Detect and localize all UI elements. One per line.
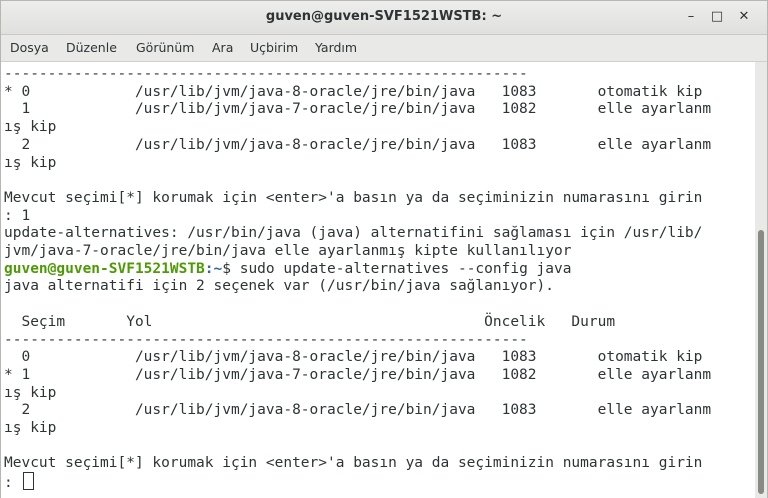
menu-ucbirim[interactable]: Uçbirim: [250, 40, 298, 55]
input-line: :: [4, 472, 35, 492]
input-prefix: :: [4, 475, 22, 492]
terminal-line: Mevcut seçimi[*] korumak için <enter>'a …: [4, 189, 703, 206]
terminal-line: 2 /usr/lib/jvm/java-8-oracle/jre/bin/jav…: [4, 402, 712, 419]
terminal-line: ış kip: [4, 384, 57, 401]
terminal-line: Seçim Yol Öncelik Durum: [4, 313, 616, 330]
menu-duzenle[interactable]: Düzenle: [66, 40, 117, 55]
terminal-line: * 0 /usr/lib/jvm/java-8-oracle/jre/bin/j…: [4, 83, 703, 100]
close-button[interactable]: ✕: [734, 7, 754, 27]
terminal-line: Mevcut seçimi[*] korumak için <enter>'a …: [4, 455, 703, 472]
terminal-window: guven@guven-SVF1521WSTB: ~ – □ ✕ Dosya D…: [0, 0, 768, 498]
terminal-line: 0 /usr/lib/jvm/java-8-oracle/jre/bin/jav…: [4, 349, 703, 366]
terminal-line: java alternatifi için 2 seçenek var (/us…: [4, 278, 554, 295]
title-bar[interactable]: guven@guven-SVF1521WSTB: ~ – □ ✕: [1, 1, 767, 35]
terminal-line: ----------------------------------------…: [4, 331, 528, 348]
terminal-line: ış kip: [4, 420, 57, 436]
terminal-line: : 1: [4, 207, 31, 224]
prompt-user-host: guven@guven-SVF1521WSTB: [4, 260, 205, 277]
terminal-line: 2 /usr/lib/jvm/java-8-oracle/jre/bin/jav…: [4, 136, 712, 153]
terminal-line: 1 /usr/lib/jvm/java-7-oracle/jre/bin/jav…: [4, 101, 712, 118]
window-title: guven@guven-SVF1521WSTB: ~: [265, 9, 503, 24]
terminal-line: * 1 /usr/lib/jvm/java-7-oracle/jre/bin/j…: [4, 366, 712, 383]
menu-ara[interactable]: Ara: [212, 40, 233, 55]
menu-dosya[interactable]: Dosya: [10, 40, 49, 55]
prompt-command: $ sudo update-alternatives --config java: [222, 260, 572, 277]
menu-bar: Dosya Düzenle Görünüm Ara Uçbirim Yardım: [1, 35, 767, 62]
menu-gorunum[interactable]: Görünüm: [136, 40, 194, 55]
text-cursor[interactable]: [23, 472, 35, 491]
menu-yardim[interactable]: Yardım: [315, 40, 357, 55]
terminal-line: jvm/java-7-oracle/jre/bin/java elle ayar…: [4, 243, 572, 259]
minimize-button[interactable]: –: [681, 7, 701, 27]
terminal-line: ış kip: [4, 119, 57, 136]
terminal-line: update-alternatives: /usr/bin/java (java…: [4, 225, 703, 242]
terminal-line: ----------------------------------------…: [4, 66, 528, 82]
prompt-line: guven@guven-SVF1521WSTB:~$ sudo update-a…: [4, 260, 571, 278]
terminal-output[interactable]: ----------------------------------------…: [1, 62, 755, 498]
prompt-path: :~: [204, 260, 223, 277]
scrollbar[interactable]: [755, 62, 767, 498]
scrollbar-thumb[interactable]: [758, 230, 764, 494]
maximize-button[interactable]: □: [707, 7, 727, 27]
terminal-line: ış kip: [4, 154, 57, 171]
